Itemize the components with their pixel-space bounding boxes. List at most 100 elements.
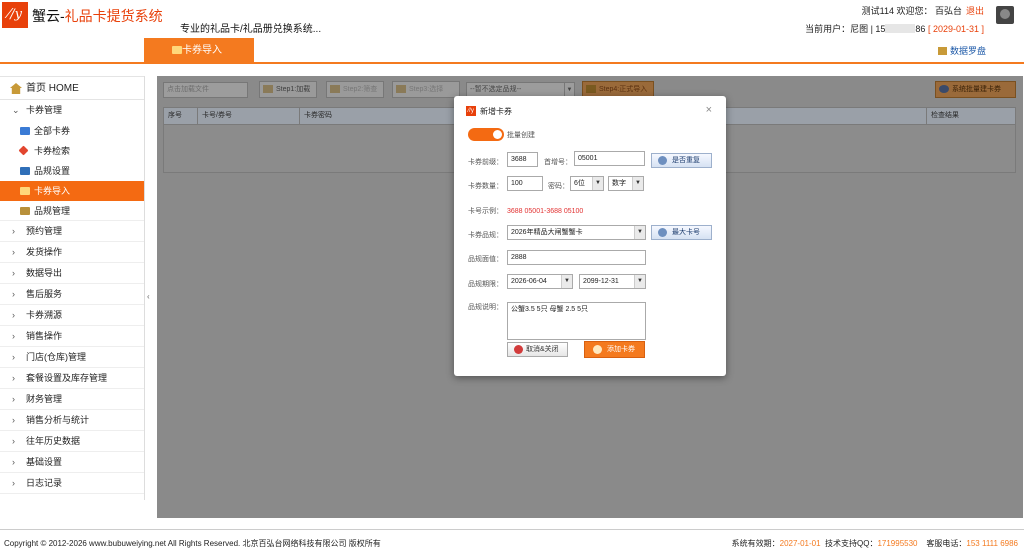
sidebar-group-label: 售后服务: [26, 289, 63, 299]
chevron-right-icon: ›: [12, 436, 15, 446]
column-header: 卡号/券号: [198, 108, 300, 124]
folder-icon: [263, 85, 273, 93]
phone-value: 153 1111 6986: [966, 539, 1018, 548]
sidebar-item-card-import[interactable]: 卡券导入: [0, 181, 144, 201]
cancel-close-label: 取消&关闭: [526, 346, 559, 353]
sidebar-item-home[interactable]: 首页 HOME: [0, 76, 144, 100]
sidebar-group[interactable]: › 财务管理: [0, 389, 144, 410]
batch-create-toggle[interactable]: [468, 128, 504, 141]
sidebar-group[interactable]: › 卡券溯源: [0, 305, 144, 326]
expiry-date: [ 2029-01-31 ]: [927, 24, 984, 34]
data-dashboard-link[interactable]: 数据罗盘: [937, 44, 986, 57]
header-divider: [0, 62, 1024, 64]
folder-icon: [172, 46, 182, 54]
cancel-close-button[interactable]: 取消&关闭: [507, 342, 568, 357]
dashboard-icon: [937, 47, 947, 55]
sidebar-group-label: 预约管理: [26, 226, 63, 236]
sidebar: 首页 HOME ⌄ 卡券管理 全部卡券 卡券检索 品规设置 卡券导入 品规管理 ›…: [0, 76, 145, 500]
add-card-button[interactable]: 添加卡券: [584, 341, 645, 358]
qq-value: 171995530: [877, 539, 918, 548]
tag-icon: [18, 145, 29, 156]
sidebar-group[interactable]: › 数据导出: [0, 263, 144, 284]
sidebar-item-spec-settings[interactable]: 品规设置: [0, 161, 144, 181]
category-select[interactable]: 2026年精品大闸蟹蟹卡 ▼: [507, 225, 646, 240]
dialog-title: 新增卡券: [480, 107, 512, 116]
chevron-right-icon: ›: [12, 289, 15, 299]
list-icon: [20, 207, 30, 215]
sidebar-item-label: 品规管理: [34, 206, 71, 216]
period-end-select[interactable]: 2099-12-31 ▼: [579, 274, 646, 289]
chevron-right-icon: ›: [12, 268, 15, 278]
step1-load-button[interactable]: Step1:加载: [259, 81, 317, 98]
import-icon: [586, 85, 596, 93]
home-icon: [10, 83, 22, 94]
start-number-input[interactable]: 05001: [574, 151, 645, 166]
sidebar-group[interactable]: › 发货操作: [0, 242, 144, 263]
period-start-select[interactable]: 2026-06-04 ▼: [507, 274, 573, 289]
avatar[interactable]: [996, 6, 1014, 24]
gear-icon: [939, 85, 949, 93]
card-number-example: 卡号示例： 3688 05001-3688 05100: [468, 206, 583, 216]
add-icon: [593, 345, 602, 354]
card-icon: [20, 127, 30, 135]
sidebar-item-all-cards[interactable]: 全部卡券: [0, 121, 144, 141]
sidebar-group[interactable]: › 日志记录: [0, 473, 144, 494]
max-card-label: 最大卡号: [672, 229, 700, 236]
batch-create-button[interactable]: 系统批量建卡券: [935, 81, 1016, 98]
category-select-value: --暂不选定品规--: [470, 86, 522, 93]
step3-label: Step3:选择: [409, 86, 444, 93]
password-length-value: 6位: [574, 180, 585, 187]
face-value-input[interactable]: 2888: [507, 250, 646, 265]
period-start-value: 2026-06-04: [511, 278, 547, 285]
description-textarea[interactable]: 公蟹3.5 5只 母蟹 2.5 5只: [507, 302, 646, 340]
max-card-button[interactable]: 最大卡号: [651, 225, 712, 240]
step4-label: Step4:正式导入: [599, 86, 648, 93]
sidebar-group[interactable]: › 套餐设置及库存管理: [0, 368, 144, 389]
step2-screen-button[interactable]: Step2:筛查: [326, 81, 384, 98]
chevron-right-icon: ›: [12, 310, 15, 320]
sidebar-group-label: 套餐设置及库存管理: [26, 373, 108, 383]
chevron-right-icon: ›: [12, 352, 15, 362]
sidebar-group[interactable]: › 预约管理: [0, 221, 144, 242]
sidebar-item-label: 卡券导入: [34, 186, 71, 196]
chevron-down-icon: ▼: [592, 177, 603, 190]
quantity-input[interactable]: 100: [507, 176, 543, 191]
sidebar-group-card-mgmt[interactable]: ⌄ 卡券管理: [0, 100, 144, 121]
sidebar-item-label: 首页 HOME: [26, 83, 79, 94]
password-type-value: 数字: [612, 180, 626, 187]
start-number-label: 首增号：: [544, 159, 572, 166]
sidebar-group[interactable]: › 门店(仓库)管理: [0, 347, 144, 368]
password-length-select[interactable]: 6位 ▼: [570, 176, 604, 191]
step1-label: Step1:加载: [276, 86, 311, 93]
password-label: 密码：: [548, 183, 569, 190]
chevron-down-icon: ▼: [561, 275, 572, 288]
footer: Copyright © 2012-2026 www.bubuweiying.ne…: [0, 529, 1024, 553]
prefix-input[interactable]: 3688: [507, 152, 538, 167]
sidebar-group[interactable]: › 售后服务: [0, 284, 144, 305]
tab-card-import[interactable]: 卡券导入: [144, 38, 254, 64]
example-label: 卡号示例：: [468, 208, 503, 215]
step3-select-button[interactable]: Step3:选择: [392, 81, 460, 98]
sidebar-group[interactable]: › 基础设置: [0, 452, 144, 473]
filter-icon: [330, 85, 340, 93]
password-type-select[interactable]: 数字 ▼: [608, 176, 644, 191]
sidebar-group-label: 销售操作: [26, 331, 63, 341]
check-duplicate-button[interactable]: 是否重复: [651, 153, 712, 168]
chevron-down-icon: ▼: [564, 83, 574, 97]
current-user-suffix: 86: [915, 24, 926, 34]
sidebar-group-label: 卡券管理: [26, 105, 63, 115]
close-icon[interactable]: ×: [706, 104, 712, 116]
sidebar-group[interactable]: › 销售分析与统计: [0, 410, 144, 431]
sidebar-group[interactable]: › 销售操作: [0, 326, 144, 347]
sidebar-collapse-handle[interactable]: ‹: [147, 292, 150, 301]
chevron-right-icon: ›: [12, 226, 15, 236]
sidebar-item-card-search[interactable]: 卡券检索: [0, 141, 144, 161]
sidebar-group[interactable]: › 往年历史数据: [0, 431, 144, 452]
logout-link[interactable]: 退出: [966, 6, 984, 16]
column-header: 序号: [164, 108, 198, 124]
file-input[interactable]: 点击加载文件: [163, 82, 248, 98]
period-end-value: 2099-12-31: [583, 278, 619, 285]
sidebar-item-spec-mgmt[interactable]: 品规管理: [0, 201, 144, 221]
chevron-down-icon: ▼: [634, 226, 645, 239]
chevron-right-icon: ›: [12, 247, 15, 257]
